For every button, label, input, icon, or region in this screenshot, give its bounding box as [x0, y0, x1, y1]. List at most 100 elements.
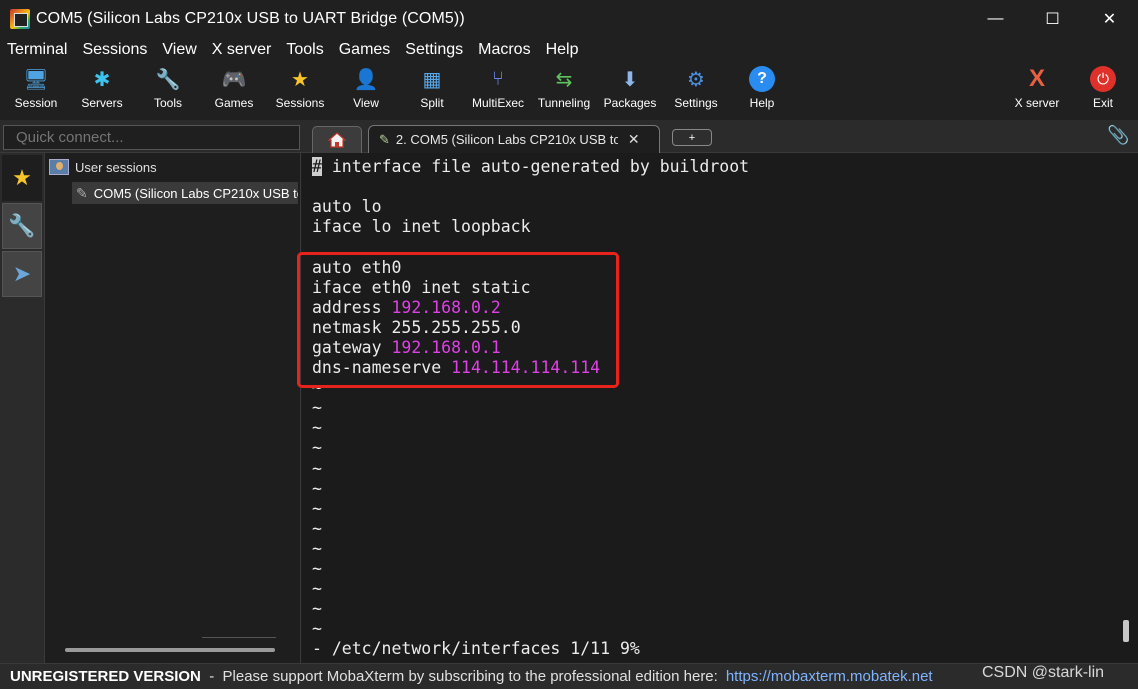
toolbar-label: Tunneling — [537, 96, 591, 110]
home-tab[interactable] — [312, 126, 362, 153]
unregistered-label: UNREGISTERED VERSION — [10, 668, 201, 685]
sessions-divider — [202, 637, 276, 638]
tools-sidebar-icon[interactable]: 🔧 — [2, 203, 42, 249]
maximize-button[interactable]: ☐ — [1024, 0, 1081, 38]
terminal-scrollbar[interactable] — [1123, 620, 1129, 642]
toolbar-x-server-button[interactable]: X X server — [1004, 65, 1070, 110]
toolbar-tunneling-button[interactable]: ⇆ Tunneling — [531, 66, 597, 111]
toolbar-label: Packages — [603, 96, 657, 110]
toolbar-multiexec-button[interactable]: ⑂ MultiExec — [465, 66, 531, 111]
terminal-line: ~ — [312, 518, 322, 538]
toolbar-sessions-button[interactable]: ★ Sessions — [267, 66, 333, 111]
terminal-line-text: interface file auto-generated by buildro… — [321, 157, 750, 176]
menu-tools[interactable]: Tools — [286, 41, 323, 59]
user-sessions-icon — [49, 159, 69, 175]
mobatek-link[interactable]: https://mobaxterm.mobatek.net — [726, 668, 933, 685]
serial-plug-icon: ✎ — [76, 184, 88, 201]
toolbar-label: Tools — [153, 96, 182, 110]
title-bar: COM5 (Silicon Labs CP210x USB to UART Br… — [0, 0, 1138, 38]
toolbar-help-button[interactable]: ? Help — [729, 66, 795, 110]
toolbar-session-button[interactable]: 🖥 Session — [3, 66, 69, 111]
toolbar-servers-button[interactable]: ✱ Servers — [69, 66, 135, 111]
support-message: - Please support MobaXterm by subscribin… — [200, 668, 718, 685]
menu-help[interactable]: Help — [546, 41, 579, 59]
toolbar-view-button[interactable]: 👤 View — [333, 66, 399, 111]
csdn-watermark: CSDN @stark-lin — [982, 664, 1105, 681]
terminal-cursor: # — [312, 157, 322, 176]
toolbar-packages-button[interactable]: ⬇ Packages — [597, 66, 663, 111]
annotation-highlight-box — [297, 252, 619, 388]
sessions-horizontal-scrollbar[interactable] — [65, 648, 275, 652]
multiexec-icon: ⑂ — [492, 67, 504, 90]
toolbar-label: View — [353, 96, 379, 110]
terminal-line: ~ — [312, 579, 322, 599]
exit-power-icon: ⏻ — [1090, 66, 1116, 92]
user-sessions-group[interactable]: User sessions — [49, 159, 157, 175]
toolbar: 🖥 Session ✱ Servers 🔧 Tools 🎮 Games ★ Sessions 👤 Vi… — [0, 62, 1138, 120]
terminal-line: ~ — [312, 619, 322, 639]
toolbar-label: Settings — [674, 96, 718, 110]
menu-terminal[interactable]: Terminal — [7, 41, 67, 59]
terminal-line: ~ — [312, 498, 322, 518]
toolbar-label: Help — [749, 96, 775, 110]
toolbar-label: Games — [214, 96, 254, 110]
sidebar-strip: ★ 🔧 ➤ — [0, 153, 45, 663]
home-icon — [328, 132, 346, 148]
toolbar-games-button[interactable]: 🎮 Games — [201, 66, 267, 111]
toolbar-label: Split — [420, 96, 444, 110]
settings-gear-icon: ⚙ — [687, 68, 705, 91]
terminal-line: ~ — [312, 478, 322, 498]
view-icon: 👤 — [353, 68, 379, 91]
sessions-panel: User sessions ✎ COM5 (Silicon Labs CP210… — [45, 153, 301, 663]
menu-sessions[interactable]: Sessions — [82, 41, 147, 59]
serial-plug-icon: ✎ — [379, 131, 390, 147]
session-icon: 🖥 — [23, 68, 49, 91]
terminal-area[interactable]: # interface file auto-generated by build… — [302, 153, 1138, 663]
vim-status-line: - /etc/network/interfaces 1/11 9% — [312, 639, 640, 659]
new-tab-button[interactable]: + — [672, 129, 712, 146]
minimize-button[interactable]: — — [967, 0, 1024, 38]
games-icon: 🎮 — [221, 68, 247, 91]
tab-com5-label: 2. COM5 (Silicon Labs CP210x USB to UART… — [395, 132, 618, 147]
sessions-star-icon[interactable]: ★ — [2, 155, 42, 201]
tab-com5[interactable]: ✎ 2. COM5 (Silicon Labs CP210x USB to UA… — [368, 125, 660, 153]
menu-bar: Terminal Sessions View X server Tools Games Se… — [0, 38, 1138, 62]
menu-x-server[interactable]: X server — [212, 41, 272, 59]
sessions-star-icon: ★ — [291, 68, 309, 91]
terminal-line: ~ — [312, 559, 322, 578]
tab-close-icon[interactable]: ✕ — [628, 131, 640, 148]
send-macro-icon[interactable]: ➤ — [2, 251, 42, 297]
toolbar-label: Servers — [81, 96, 123, 110]
session-item-com5[interactable]: ✎ COM5 (Silicon Labs CP210x USB to UART … — [72, 182, 298, 204]
toolbar-settings-button[interactable]: ⚙ Settings — [663, 66, 729, 111]
toolbar-split-button[interactable]: ▦ Split — [399, 66, 465, 111]
tunneling-icon: ⇆ — [555, 68, 573, 91]
menu-games[interactable]: Games — [339, 41, 391, 59]
xserver-icon: X — [1028, 65, 1045, 92]
toolbar-tools-button[interactable]: 🔧 Tools — [135, 66, 201, 111]
terminal-line: ~ — [312, 538, 322, 558]
session-item-label: COM5 (Silicon Labs CP210x USB to UART Br… — [93, 185, 298, 201]
menu-view[interactable]: View — [162, 41, 196, 59]
terminal-line: ~ — [312, 599, 322, 619]
attachment-icon[interactable]: 📎 — [1107, 125, 1129, 146]
toolbar-label: MultiExec — [471, 96, 524, 110]
menu-settings[interactable]: Settings — [405, 41, 463, 59]
window-controls: — ☐ ✕ — [967, 0, 1138, 38]
toolbar-label: Exit — [1092, 96, 1113, 110]
terminal-line: ~ — [312, 418, 322, 438]
split-icon: ▦ — [422, 68, 442, 91]
terminal-line: iface lo inet loopback — [312, 217, 531, 237]
close-button[interactable]: ✕ — [1081, 0, 1138, 38]
packages-icon: ⬇ — [621, 68, 639, 91]
menu-macros[interactable]: Macros — [478, 41, 530, 59]
tab-row: ✎ 2. COM5 (Silicon Labs CP210x USB to UA… — [0, 120, 1138, 153]
quick-connect-input[interactable] — [3, 125, 300, 150]
status-bar: UNREGISTERED VERSION - Please support Mo… — [0, 663, 1138, 689]
terminal-line: ~ — [312, 398, 322, 418]
terminal-line: ~ — [312, 458, 322, 478]
servers-icon: ✱ — [93, 68, 111, 91]
tools-icon: 🔧 — [155, 68, 181, 91]
toolbar-label: X server — [1014, 96, 1060, 110]
toolbar-exit-button[interactable]: ⏻ Exit — [1070, 66, 1136, 110]
